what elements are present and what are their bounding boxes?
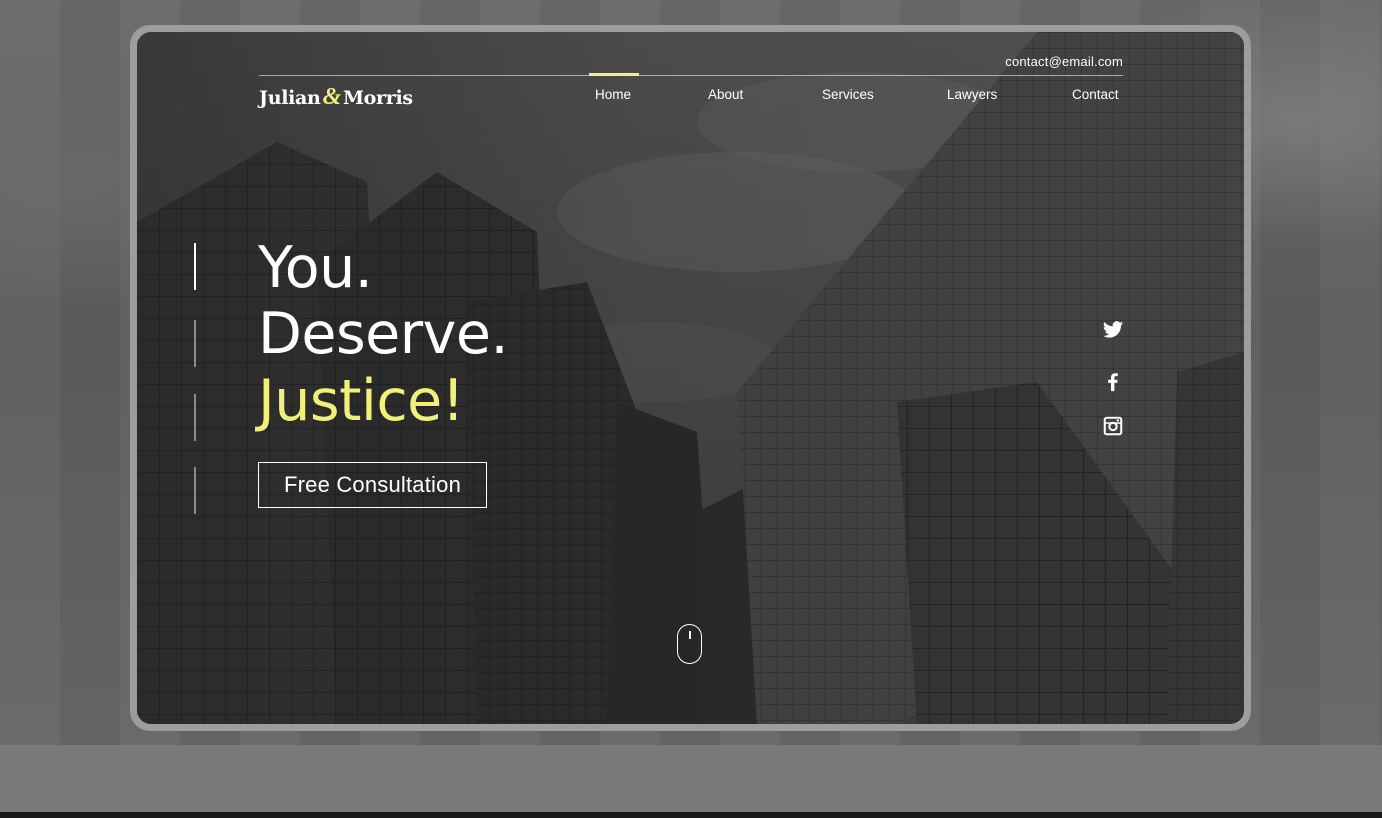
contact-email[interactable]: contact@email.com — [1005, 54, 1123, 69]
slide-marker-3[interactable] — [194, 394, 196, 441]
header-divider — [259, 75, 1123, 76]
nav-active-indicator — [589, 73, 639, 76]
twitter-icon[interactable] — [1102, 319, 1124, 341]
nav-item-home[interactable]: Home — [595, 87, 631, 102]
nav-item-contact[interactable]: Contact — [1072, 87, 1119, 102]
nav-item-about[interactable]: About — [708, 87, 743, 102]
slide-marker-4[interactable] — [194, 467, 196, 514]
slide-marker-1[interactable] — [194, 243, 196, 290]
bottom-edge — [0, 812, 1382, 818]
slide-marker-2[interactable] — [194, 320, 196, 367]
nav-item-lawyers[interactable]: Lawyers — [947, 87, 997, 102]
scroll-mouse-icon[interactable] — [677, 624, 702, 664]
logo-ampersand: & — [322, 84, 342, 110]
website-screen: contact@email.com Julian& Morris Home Abo… — [137, 32, 1244, 724]
facebook-icon[interactable] — [1102, 371, 1124, 393]
scroll-wheel — [689, 631, 691, 639]
free-consultation-button[interactable]: Free Consultation — [258, 462, 487, 508]
nav-item-services[interactable]: Services — [822, 87, 874, 102]
logo-part-1: Julian — [259, 87, 321, 109]
hero-line-1: You. — [258, 235, 373, 301]
logo-part-2: Morris — [342, 87, 413, 109]
instagram-icon[interactable] — [1102, 415, 1124, 437]
bottom-band — [0, 745, 1382, 812]
hero-line-2: Deserve. — [258, 301, 509, 367]
hero-line-3: Justice! — [258, 368, 465, 434]
brand-logo[interactable]: Julian& Morris — [259, 84, 413, 111]
